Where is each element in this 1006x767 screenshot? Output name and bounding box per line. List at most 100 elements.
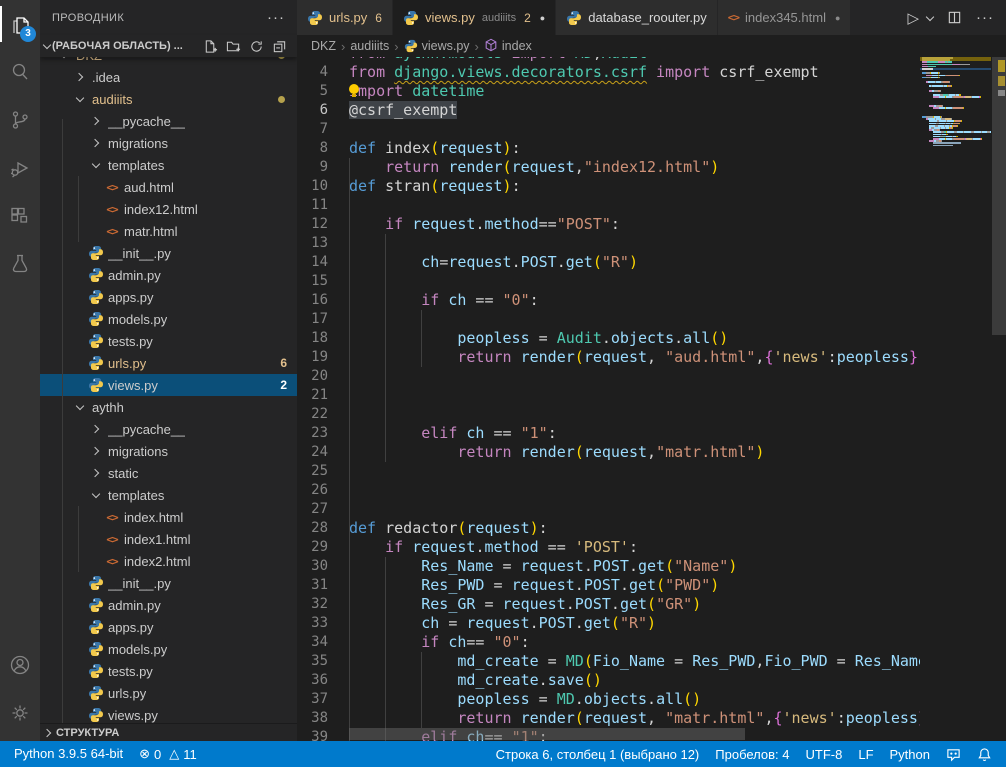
code-line-13[interactable] xyxy=(349,234,920,253)
code-line-35[interactable]: md_create = MD(Fio_Name = Res_PWD,Fio_PW… xyxy=(349,652,920,671)
cursor-position-status[interactable]: Строка 6, столбец 1 (выбрано 12) xyxy=(488,747,708,762)
tab-urls-py[interactable]: urls.py 6 xyxy=(297,0,393,35)
line-number[interactable]: 10 xyxy=(297,177,349,196)
code-line-33[interactable]: ch = request.POST.get("R") xyxy=(349,614,920,633)
encoding-status[interactable]: UTF-8 xyxy=(798,747,851,762)
tree-item-apps-py[interactable]: apps.py xyxy=(40,286,297,308)
code-line-22[interactable] xyxy=(349,405,920,424)
editor-gutter[interactable]: 3456789101112131415161718192021222324252… xyxy=(297,57,349,741)
line-number[interactable]: 8 xyxy=(297,139,349,158)
outline-section-header[interactable]: СТРУКТУРА xyxy=(40,723,297,741)
feedback-icon[interactable] xyxy=(938,747,969,762)
line-number[interactable]: 31 xyxy=(297,576,349,595)
code-line-24[interactable]: return render(request,"matr.html") xyxy=(349,443,920,462)
code-line-37[interactable]: peopless = MD.objects.all() xyxy=(349,690,920,709)
tab-database-roouter-py[interactable]: database_roouter.py xyxy=(556,0,718,35)
extensions-icon[interactable] xyxy=(0,192,40,240)
line-number[interactable]: 38 xyxy=(297,709,349,728)
tree-item-admin-py[interactable]: admin.py xyxy=(40,594,297,616)
tree-item-apps-py[interactable]: apps.py xyxy=(40,616,297,638)
language-mode-status[interactable]: Python xyxy=(882,747,938,762)
code-line-10[interactable]: def stran(request): xyxy=(349,177,920,196)
code-line-25[interactable] xyxy=(349,462,920,481)
code-line-20[interactable] xyxy=(349,367,920,386)
tree-item-migrations[interactable]: migrations xyxy=(40,440,297,462)
line-number[interactable]: 35 xyxy=(297,652,349,671)
account-icon[interactable] xyxy=(0,641,40,689)
line-number[interactable]: 30 xyxy=(297,557,349,576)
minimap[interactable] xyxy=(920,57,991,741)
line-number[interactable]: 12 xyxy=(297,215,349,234)
line-number[interactable]: 25 xyxy=(297,462,349,481)
code-line-30[interactable]: Res_Name = request.POST.get("Name") xyxy=(349,557,920,576)
line-number[interactable]: 28 xyxy=(297,519,349,538)
tree-item-templates[interactable]: templates xyxy=(40,154,297,176)
tree-item-views-py[interactable]: views.py xyxy=(40,704,297,723)
split-editor-button[interactable] xyxy=(947,10,962,25)
code-line-29[interactable]: if request.method == 'POST': xyxy=(349,538,920,557)
editor-more-actions[interactable]: ··· xyxy=(976,9,994,26)
code-line-6[interactable]: @csrf_exempt xyxy=(349,101,920,120)
tree-item-urls-py[interactable]: urls.py xyxy=(40,682,297,704)
code-line-8[interactable]: def index(request): xyxy=(349,139,920,158)
code-line-5[interactable]: import datetime xyxy=(349,82,920,101)
breadcrumb-item-views-py[interactable]: views.py xyxy=(404,39,470,53)
tree-item-tests-py[interactable]: tests.py xyxy=(40,330,297,352)
line-number[interactable]: 20 xyxy=(297,367,349,386)
tree-item-admin-py[interactable]: admin.py xyxy=(40,264,297,286)
tree-item-models-py[interactable]: models.py xyxy=(40,638,297,660)
code-line-16[interactable]: if ch == "0": xyxy=(349,291,920,310)
vertical-scrollbar[interactable] xyxy=(992,57,1006,335)
tree-item--init-py[interactable]: __init__.py xyxy=(40,572,297,594)
testing-icon[interactable] xyxy=(0,240,40,288)
workspace-section-header[interactable]: (РАБОЧАЯ ОБЛАСТЬ) ... xyxy=(40,35,297,57)
code-line-26[interactable] xyxy=(349,481,920,500)
line-number[interactable]: 39 xyxy=(297,728,349,741)
code-line-21[interactable] xyxy=(349,386,920,405)
line-number[interactable]: 5 xyxy=(297,82,349,101)
tab-views-py[interactable]: views.py audiiits 2 ● xyxy=(393,0,556,35)
code-line-14[interactable]: ch=request.POST.get("R") xyxy=(349,253,920,272)
code-line-19[interactable]: return render(request, "aud.html",{'news… xyxy=(349,348,920,367)
run-debug-icon[interactable] xyxy=(0,144,40,192)
run-dropdown-chevron-icon[interactable] xyxy=(926,12,934,20)
source-control-icon[interactable] xyxy=(0,96,40,144)
tree-item--init-py[interactable]: __init__.py xyxy=(40,242,297,264)
code-line-28[interactable]: def redactor(request): xyxy=(349,519,920,538)
line-number[interactable]: 27 xyxy=(297,500,349,519)
line-number[interactable]: 16 xyxy=(297,291,349,310)
line-number[interactable]: 11 xyxy=(297,196,349,215)
line-number[interactable]: 33 xyxy=(297,614,349,633)
line-number[interactable]: 21 xyxy=(297,386,349,405)
code-line-4[interactable]: from django.views.decorators.csrf import… xyxy=(349,63,920,82)
code-line-31[interactable]: Res_PWD = request.POST.get("PWD") xyxy=(349,576,920,595)
settings-gear-icon[interactable] xyxy=(0,689,40,737)
line-number[interactable]: 37 xyxy=(297,690,349,709)
line-number[interactable]: 34 xyxy=(297,633,349,652)
tree-item-static[interactable]: static xyxy=(40,462,297,484)
tree-item-tests-py[interactable]: tests.py xyxy=(40,660,297,682)
line-number[interactable]: 13 xyxy=(297,234,349,253)
tree-item-templates[interactable]: templates xyxy=(40,484,297,506)
tree-item-views-py[interactable]: views.py2 xyxy=(40,374,297,396)
new-folder-icon[interactable] xyxy=(226,39,241,54)
line-number[interactable]: 9 xyxy=(297,158,349,177)
dirty-dot-icon[interactable]: ● xyxy=(835,13,840,23)
line-number[interactable]: 26 xyxy=(297,481,349,500)
horizontal-scrollbar[interactable] xyxy=(349,728,745,740)
code-line-11[interactable] xyxy=(349,196,920,215)
line-number[interactable]: 4 xyxy=(297,63,349,82)
line-number[interactable]: 24 xyxy=(297,443,349,462)
search-icon[interactable] xyxy=(0,48,40,96)
breadcrumb-item-dkz[interactable]: DKZ xyxy=(311,39,336,53)
tree-item--pycache-[interactable]: __pycache__ xyxy=(40,418,297,440)
new-file-icon[interactable] xyxy=(203,39,218,54)
breadcrumb-item-index[interactable]: index xyxy=(484,38,532,55)
line-number[interactable]: 23 xyxy=(297,424,349,443)
line-number[interactable]: 36 xyxy=(297,671,349,690)
code-line-18[interactable]: peopless = Audit.objects.all() xyxy=(349,329,920,348)
code-editor[interactable]: from aythh.models import MD,Auditfrom dj… xyxy=(349,57,920,741)
explorer-icon[interactable]: 3 xyxy=(0,0,40,48)
code-line-32[interactable]: Res_GR = request.POST.get("GR") xyxy=(349,595,920,614)
line-number[interactable]: 18 xyxy=(297,329,349,348)
